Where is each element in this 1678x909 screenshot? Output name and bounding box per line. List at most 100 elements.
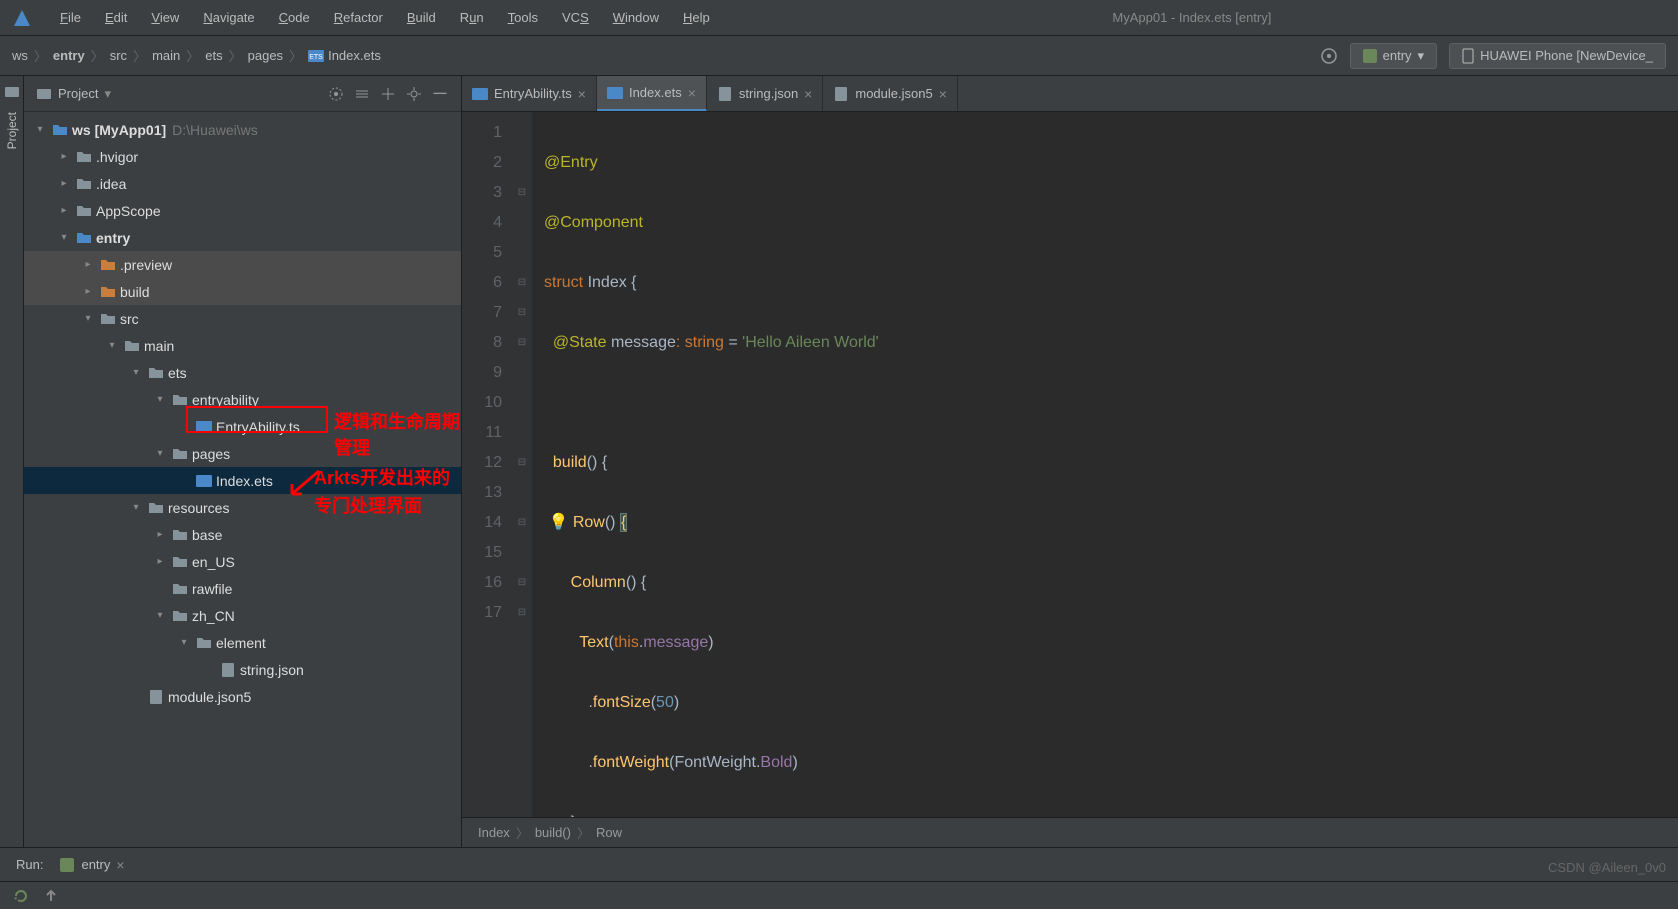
tree-appscope[interactable]: ▸AppScope — [24, 197, 461, 224]
ts-file-icon — [196, 419, 212, 435]
close-icon[interactable]: × — [939, 86, 947, 102]
tree-entry[interactable]: ▾entry — [24, 224, 461, 251]
tree-build[interactable]: ▸build — [24, 278, 461, 305]
project-tree[interactable]: ▾ws [MyApp01]D:\Huawei\ws ▸.hvigor ▸.ide… — [24, 112, 461, 847]
crumb-ws[interactable]: ws — [12, 48, 28, 63]
close-icon[interactable]: × — [804, 86, 812, 102]
folder-icon — [100, 257, 116, 273]
code-content[interactable]: @Entry @Component struct Index { @State … — [532, 112, 1678, 817]
crumb-ets[interactable]: ets — [205, 48, 222, 63]
gear-icon[interactable] — [405, 85, 423, 103]
ts-file-icon — [472, 86, 488, 102]
folder-icon — [172, 446, 188, 462]
project-icon — [36, 86, 52, 102]
folder-icon — [100, 284, 116, 300]
tree-element[interactable]: ▾element — [24, 629, 461, 656]
close-icon[interactable]: × — [688, 85, 696, 101]
close-icon[interactable]: × — [116, 857, 124, 873]
bc-build[interactable]: build() — [535, 825, 571, 840]
folder-icon — [76, 203, 92, 219]
minimize-icon[interactable]: — — [431, 85, 449, 103]
folder-icon — [172, 392, 188, 408]
tab-string[interactable]: string.json× — [707, 76, 823, 111]
tree-src[interactable]: ▾src — [24, 305, 461, 332]
up-icon[interactable] — [42, 887, 60, 905]
select-opened-icon[interactable] — [327, 85, 345, 103]
expand-icon[interactable] — [353, 85, 371, 103]
json-file-icon — [220, 662, 236, 678]
breadcrumb-bar: Index〉 build()〉 Row — [462, 817, 1678, 847]
tree-preview[interactable]: ▸.preview — [24, 251, 461, 278]
folder-icon — [100, 311, 116, 327]
bc-row[interactable]: Row — [596, 825, 622, 840]
svg-text:ETS: ETS — [309, 54, 323, 61]
run-tab[interactable]: entry — [81, 857, 110, 872]
navbar: ws〉 entry〉 src〉 main〉 ets〉 pages〉 ETS In… — [0, 36, 1678, 76]
device-dropdown[interactable]: HUAWEI Phone [NewDevice_ — [1449, 43, 1666, 69]
menu-tools[interactable]: Tools — [500, 6, 546, 29]
menu-window[interactable]: Window — [605, 6, 667, 29]
tree-en-us[interactable]: ▸en_US — [24, 548, 461, 575]
bc-index[interactable]: Index — [478, 825, 510, 840]
menu-vcs[interactable]: VCS — [554, 6, 597, 29]
crumb-src[interactable]: src — [110, 48, 127, 63]
crumb-entry[interactable]: entry — [53, 48, 85, 63]
json-file-icon — [148, 689, 164, 705]
code-area[interactable]: 1234567891011121314151617 ⊟ ⊟⊟⊟ ⊟ ⊟ ⊟⊟ @… — [462, 112, 1678, 817]
tree-zh-cn[interactable]: ▾zh_CN — [24, 602, 461, 629]
tree-ets[interactable]: ▾ets — [24, 359, 461, 386]
crosshair-icon[interactable] — [1320, 47, 1338, 65]
menu-help[interactable]: Help — [675, 6, 718, 29]
tree-entryability[interactable]: ▾entryability — [24, 386, 461, 413]
project-tab-label[interactable]: Project — [3, 104, 21, 157]
crumb-main[interactable]: main — [152, 48, 180, 63]
editor-tabs: EntryAbility.ts × Index.ets × string.json×… — [462, 76, 1678, 112]
menu-view[interactable]: View — [143, 6, 187, 29]
tree-root[interactable]: ▾ws [MyApp01]D:\Huawei\ws — [24, 116, 461, 143]
tree-hvigor[interactable]: ▸.hvigor — [24, 143, 461, 170]
ets-file-icon — [607, 85, 623, 101]
menu-build[interactable]: Build — [399, 6, 444, 29]
menu-refactor[interactable]: Refactor — [326, 6, 391, 29]
chevron-down-icon[interactable]: ▾ — [104, 86, 111, 102]
main-menu: File Edit View Navigate Code Refactor Bu… — [52, 6, 718, 29]
tree-pages[interactable]: ▾pages — [24, 440, 461, 467]
tree-main[interactable]: ▾main — [24, 332, 461, 359]
folder-icon — [148, 500, 164, 516]
menu-navigate[interactable]: Navigate — [195, 6, 262, 29]
crumb-pages[interactable]: pages — [248, 48, 283, 63]
ets-file-icon: ETS — [308, 48, 324, 64]
tree-base[interactable]: ▸base — [24, 521, 461, 548]
run-config-dropdown[interactable]: entry ▾ — [1350, 43, 1437, 69]
folder-icon — [172, 608, 188, 624]
collapse-icon[interactable] — [379, 85, 397, 103]
tree-resources[interactable]: ▾resources — [24, 494, 461, 521]
tab-label: Index.ets — [629, 85, 682, 100]
tab-entryability[interactable]: EntryAbility.ts × — [462, 76, 597, 111]
fold-gutter[interactable]: ⊟ ⊟⊟⊟ ⊟ ⊟ ⊟⊟ — [512, 112, 532, 817]
tab-module[interactable]: module.json5× — [823, 76, 958, 111]
tree-entry-ts[interactable]: EntryAbility.ts — [24, 413, 461, 440]
tree-idea[interactable]: ▸.idea — [24, 170, 461, 197]
tab-index[interactable]: Index.ets × — [597, 76, 707, 111]
menu-edit[interactable]: Edit — [97, 6, 135, 29]
tree-module-json[interactable]: module.json5 — [24, 683, 461, 710]
folder-icon — [148, 365, 164, 381]
json-file-icon — [717, 86, 733, 102]
project-tab-icon[interactable] — [4, 84, 20, 100]
menu-file[interactable]: File — [52, 6, 89, 29]
crumb-file[interactable]: Index.ets — [328, 48, 381, 63]
close-icon[interactable]: × — [578, 86, 586, 102]
menu-code[interactable]: Code — [271, 6, 318, 29]
panel-title: Project — [58, 86, 98, 101]
menu-run[interactable]: Run — [452, 6, 492, 29]
app-logo-icon — [12, 8, 32, 28]
titlebar: File Edit View Navigate Code Refactor Bu… — [0, 0, 1678, 36]
tree-index-ets[interactable]: Index.ets — [24, 467, 461, 494]
tree-rawfile[interactable]: rawfile — [24, 575, 461, 602]
rerun-icon[interactable] — [12, 887, 30, 905]
tree-string-json[interactable]: string.json — [24, 656, 461, 683]
tab-label: EntryAbility.ts — [494, 86, 572, 101]
editor-area: EntryAbility.ts × Index.ets × string.json×… — [462, 76, 1678, 847]
folder-icon — [172, 581, 188, 597]
